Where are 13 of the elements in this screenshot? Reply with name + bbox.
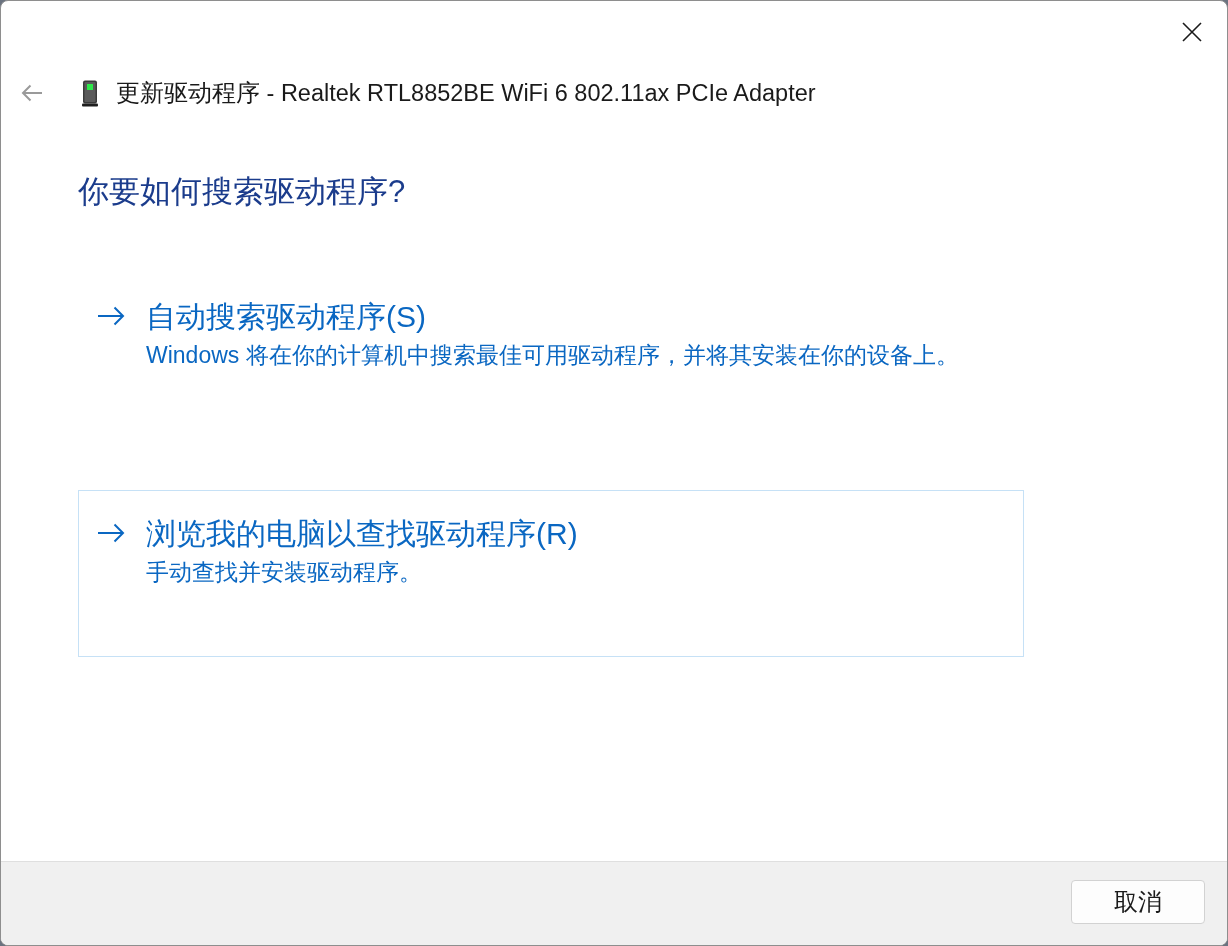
arrow-icon	[97, 306, 125, 326]
arrow-icon	[97, 523, 125, 543]
command-link-description: 手动查找并安装驱动程序。	[146, 558, 422, 587]
dialog-heading: 你要如何搜索驱动程序?	[78, 173, 406, 211]
device-icon	[82, 79, 98, 107]
cancel-button[interactable]: 取消	[1071, 880, 1205, 924]
close-icon	[1182, 21, 1202, 42]
command-link-title: 自动搜索驱动程序(S)	[146, 299, 426, 335]
window-title: 更新驱动程序 - Realtek RTL8852BE WiFi 6 802.11ax PCIe Adapter	[116, 79, 816, 108]
command-link-title: 浏览我的电脑以查找驱动程序(R)	[146, 516, 578, 552]
back-arrow-icon	[21, 84, 43, 102]
command-link-description: Windows 将在你的计算机中搜索最佳可用驱动程序，并将其安装在你的设备上。	[146, 341, 959, 370]
command-link[interactable]: 浏览我的电脑以查找驱动程序(R) 手动查找并安装驱动程序。	[78, 490, 1024, 657]
